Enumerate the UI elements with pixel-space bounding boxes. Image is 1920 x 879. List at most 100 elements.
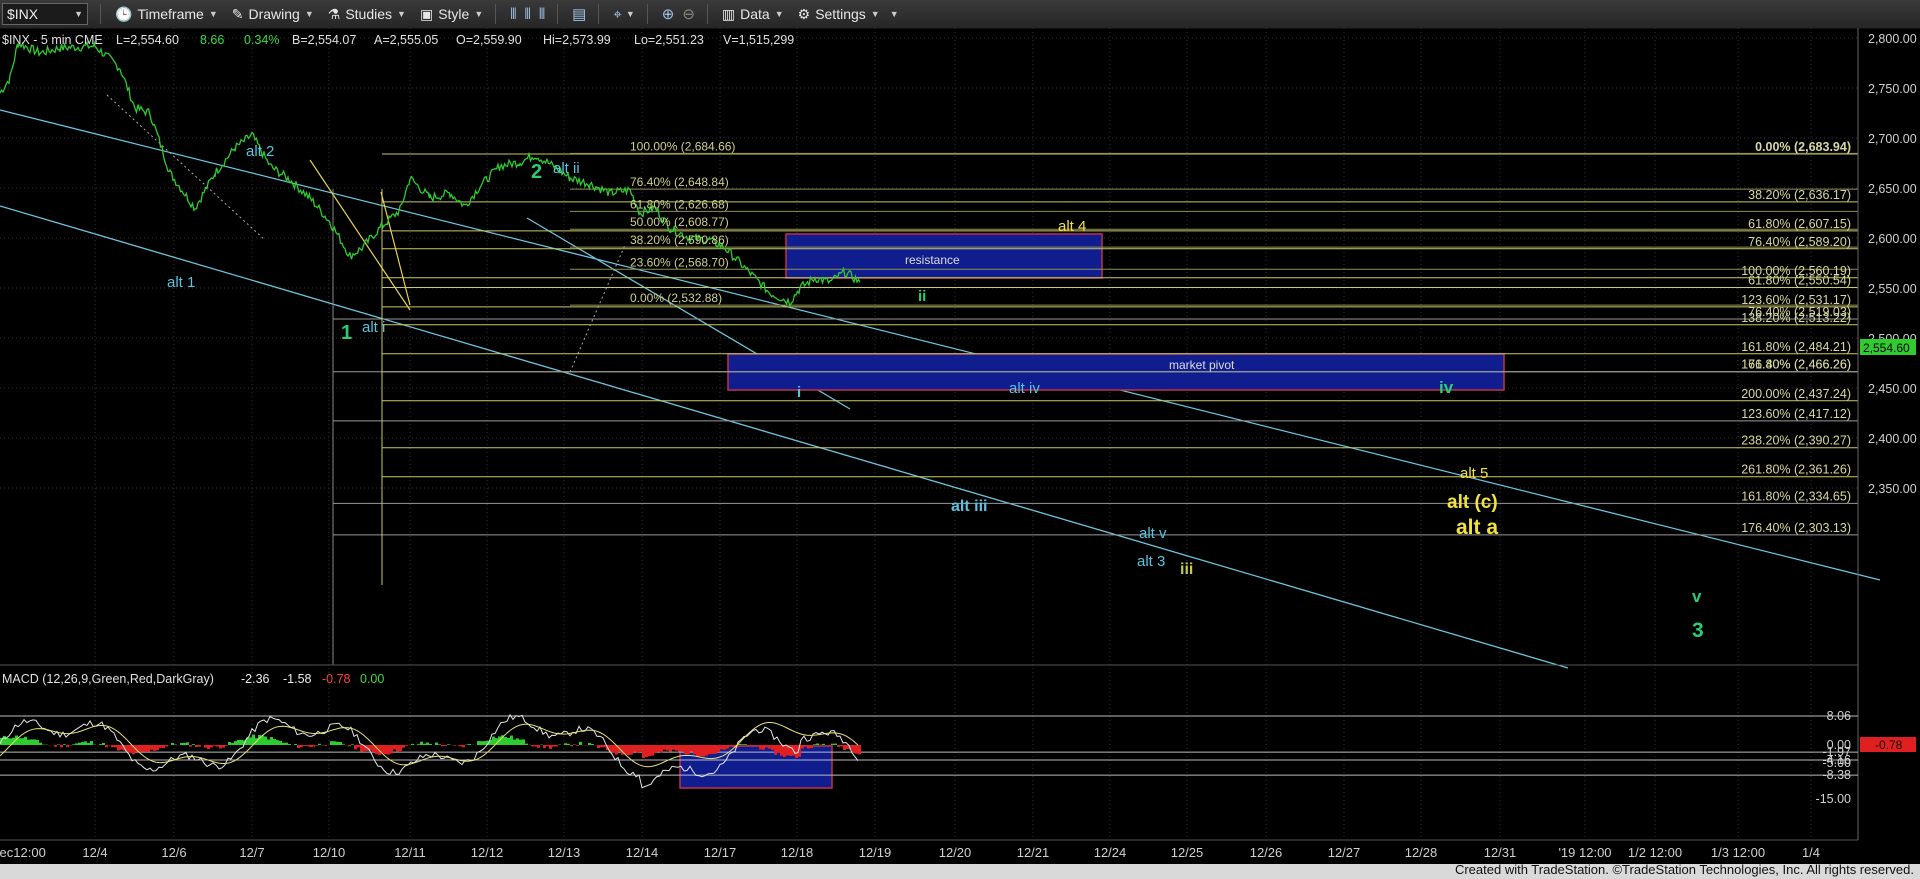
zoom-out-icon[interactable]: ⊖ [682,5,695,23]
cursor-icon[interactable]: ⌖ [613,6,621,23]
macd-bar [354,745,357,750]
macd-bar [240,739,243,745]
macd-bar [549,745,552,749]
studies-button[interactable]: ⚗ Studies ▼ [328,6,406,23]
window-split-icon[interactable]: ▤ [572,5,586,23]
wave-alt-5: alt 5 [1460,465,1488,482]
macd-bar [3,735,6,745]
macd-bar [105,745,108,748]
macd-bar [612,745,615,753]
macd-bar [87,742,90,745]
clock-icon: 🕒 [115,5,133,22]
time-tick-label: 12/17 [704,845,737,860]
macd-bar [642,745,645,759]
macd-bar [237,739,240,745]
macd-bar [210,745,213,748]
macd-value-2: -1.58 [283,672,312,686]
macd-bar [714,745,717,754]
macd-bar [81,742,84,745]
time-axis[interactable]: Dec12:00 12/4 12/6 12/7 12/10 12/11 12/12 12/13… [0,845,1820,860]
macd-bar [519,739,522,745]
macd-bar [318,743,321,745]
macd-bar [768,745,771,749]
macd-tick-label: -8.38 [1823,768,1852,782]
last-price-value: 2,554.60 [1863,341,1910,355]
data-button[interactable]: ▥ Data ▼ [722,6,784,23]
macd-bar [192,744,195,745]
macd-bar [648,745,651,757]
zoom-in-icon[interactable]: ⊕ [662,5,675,23]
macd-value-1: -2.36 [241,672,270,686]
macd-bar [216,745,219,747]
price-axis[interactable]: 2,800.00 2,750.00 2,700.00 2,650.00 2,600.00… [1868,32,1917,496]
wave-alt-v: alt v [1139,525,1167,542]
macd-bar [462,745,465,748]
fib-level-label: 138.20% (2,513.22) [1741,311,1851,325]
wave-2: 2 [531,161,542,183]
macd-bar [753,745,756,746]
macd-bar [57,744,60,745]
macd-bar [459,745,462,747]
macd-bar [72,744,75,745]
settings-button[interactable]: ⚙ Settings ▼ [798,6,880,23]
bar-spacing-icon[interactable]: ⫴ [510,6,516,23]
macd-bar [522,739,525,745]
macd-bar [219,745,222,749]
wave-alt-c: alt (c) [1447,492,1498,513]
wave-alt-ii: alt ii [553,160,580,177]
fib-right-labels: 0.00% (2,683.94) 38.20% (2,636.17) 61.80% … [1741,140,1851,535]
macd-bar [708,745,711,755]
macd-bar [804,745,807,746]
macd-bar [777,745,780,753]
macd-bar [597,745,600,749]
toolbar-divider [495,4,497,24]
macd-bar [150,745,153,750]
toolbar-overflow-icon[interactable]: ▼ [890,9,899,19]
macd-bar [570,745,573,747]
macd-last-value: -0.78 [1875,738,1903,752]
chevron-down-icon: ▼ [74,9,83,19]
timeframe-label: Timeframe [137,6,204,22]
wave-alt-4: alt 4 [1058,218,1086,235]
header-high: Hi=2,573.99 [543,33,611,47]
macd-bar [663,745,666,750]
macd-bar [783,745,786,758]
macd-bar [639,745,642,752]
wave-1: 1 [341,322,352,344]
macd-bar [438,744,441,745]
price-tick-label: 2,350.00 [1868,482,1917,496]
macd-bar [33,739,36,745]
drawing-button[interactable]: ✎ Drawing ▼ [232,6,314,23]
time-tick-label: 12/21 [1017,845,1050,860]
macd-bar [693,745,696,755]
macd-bar [516,738,519,745]
macd-bar [180,743,183,745]
time-tick-label: 12/7 [239,845,264,860]
scroll-icon[interactable]: ⫴ [539,6,545,23]
macd-levels [0,715,1858,776]
gear-icon: ⚙ [797,5,811,22]
macd-bar [357,745,360,748]
time-tick-label: 12/6 [161,845,186,860]
timeframe-button[interactable]: 🕒 Timeframe ▼ [115,6,218,23]
macd-bar [348,745,351,747]
time-tick-label: 12/18 [781,845,814,860]
time-tick-label: 12/10 [313,845,346,860]
macd-bar [759,745,762,750]
chevron-down-icon[interactable]: ▼ [626,9,635,19]
macd-bar [285,742,288,745]
macd-bar [795,745,798,758]
macd-bar [774,745,777,755]
bar-spacing-wide-icon[interactable]: ⫴ [525,6,531,23]
style-button[interactable]: ▣ Style ▼ [420,6,483,23]
fib-retrace-label: 100.00% (2,684.66) [630,139,735,153]
macd-bar [801,745,804,749]
macd-bar [669,745,672,752]
macd-bar [453,745,456,746]
macd-bar [339,741,342,745]
wave-alt-iii: alt iii [951,498,987,515]
price-chart[interactable]: 100.00% (2,684.66) 76.40% (2,648.84) 61.80… [0,28,1920,864]
symbol-selector[interactable]: $INX ▼ [2,3,88,25]
macd-bar [822,743,825,745]
macd-bar [579,741,582,745]
